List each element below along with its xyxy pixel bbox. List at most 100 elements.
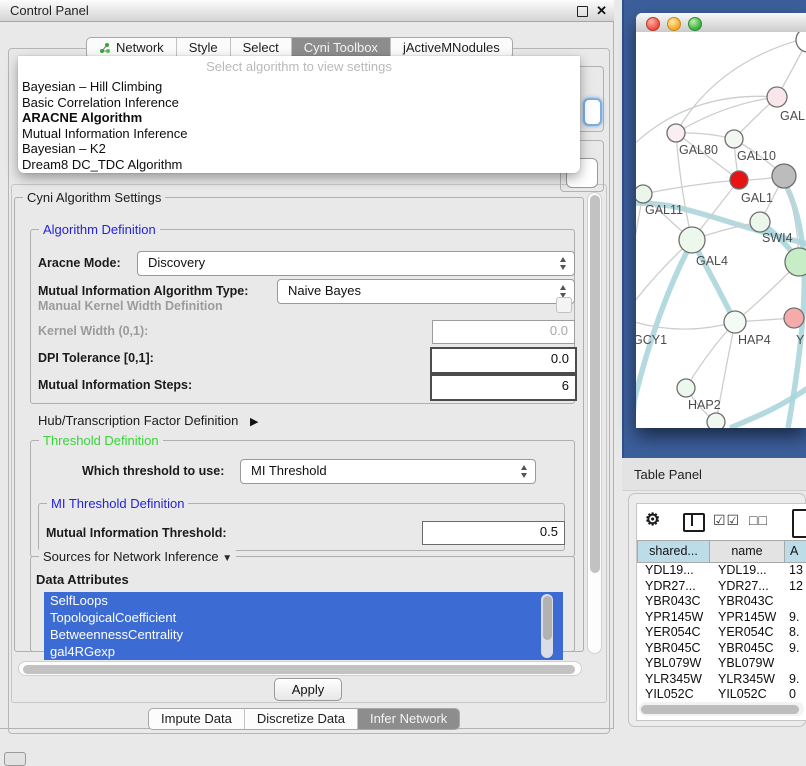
algorithm-option[interactable]: ARACNE Algorithm bbox=[18, 110, 580, 126]
column-header-name[interactable]: name bbox=[710, 540, 785, 563]
tab-style[interactable]: Style bbox=[176, 38, 230, 58]
tab-discretize-data[interactable]: Discretize Data bbox=[244, 709, 357, 729]
network-canvas[interactable]: GALGAL80GAL10GAL1GAL11GAL4SWI4GCY1HAP4YH… bbox=[636, 32, 806, 428]
focused-combobox-fragment[interactable] bbox=[583, 98, 602, 126]
table-row[interactable]: YDR27...YDR27...12 bbox=[637, 579, 806, 595]
network-node[interactable] bbox=[772, 164, 796, 188]
settings-hscroll-thumb[interactable] bbox=[23, 665, 575, 674]
algorithm-option[interactable]: Mutual Information Inference bbox=[18, 126, 580, 142]
tab-impute-data[interactable]: Impute Data bbox=[149, 709, 244, 729]
table-cell: YDL19... bbox=[718, 563, 767, 579]
close-panel-icon[interactable]: ✕ bbox=[596, 0, 607, 22]
table-cell: YIL052C bbox=[645, 687, 694, 702]
settings-horizontal-scrollbar[interactable] bbox=[18, 661, 582, 676]
network-node-hap2[interactable] bbox=[677, 379, 695, 397]
table-row[interactable]: YPR145WYPR145W9. bbox=[637, 610, 806, 626]
network-node[interactable] bbox=[785, 248, 806, 276]
table-toolbar: ⚙ ☑☑ □□ bbox=[637, 504, 806, 540]
network-edge bbox=[636, 194, 643, 318]
mi-algorithm-type-select[interactable]: Naive Bayes bbox=[277, 279, 575, 304]
which-threshold-select[interactable]: MI Threshold bbox=[240, 459, 536, 484]
table-row[interactable]: YER054CYER054C8. bbox=[637, 625, 806, 641]
network-node-gal10[interactable] bbox=[725, 130, 743, 148]
table-cell: YDR27... bbox=[645, 579, 696, 595]
algorithm-option[interactable]: Bayesian – K2 bbox=[18, 141, 580, 157]
deselect-all-checkboxes-icon[interactable]: □□ bbox=[749, 512, 768, 528]
sources-legend[interactable]: Sources for Network Inference ▼ bbox=[39, 549, 236, 564]
kernel-width-field[interactable]: 0.0 bbox=[432, 320, 575, 344]
aracne-mode-select[interactable]: Discovery bbox=[137, 251, 575, 276]
dpi-tolerance-field[interactable]: 0.0 bbox=[430, 347, 577, 374]
minimize-traffic-light-icon[interactable] bbox=[667, 17, 681, 31]
table-row[interactable]: YLR345WYLR345W9. bbox=[637, 672, 806, 688]
network-node-swi4[interactable] bbox=[750, 212, 770, 232]
node-label: GAL80 bbox=[679, 143, 718, 157]
manual-kernel-width-label: Manual Kernel Width Definition bbox=[38, 299, 223, 313]
tab-impute-data-label: Impute Data bbox=[161, 709, 232, 729]
data-attribute-item[interactable]: TopologicalCoefficient bbox=[44, 609, 563, 626]
select-all-checkboxes-icon[interactable]: ☑☑ bbox=[713, 512, 740, 529]
algorithm-option[interactable]: Bayesian – Hill Climbing bbox=[18, 79, 580, 95]
table-row[interactable]: YIL052CYIL052C0 bbox=[637, 687, 806, 702]
table-panel-title: Table Panel bbox=[634, 458, 702, 491]
gear-icon[interactable]: ⚙ bbox=[645, 510, 660, 530]
apply-button[interactable]: Apply bbox=[274, 678, 342, 701]
settings-vscroll-thumb[interactable] bbox=[590, 195, 600, 573]
table-row[interactable]: YBL079WYBL079W bbox=[637, 656, 806, 672]
node-label: HAP2 bbox=[688, 398, 721, 412]
tab-jactivemnodules[interactable]: jActiveMNodules bbox=[390, 38, 512, 58]
float-panel-icon[interactable] bbox=[577, 6, 588, 17]
network-view-window[interactable]: GALGAL80GAL10GAL1GAL11GAL4SWI4GCY1HAP4YH… bbox=[636, 13, 806, 428]
data-attribute-item[interactable]: BetweennessCentrality bbox=[44, 626, 563, 643]
tab-cyni-toolbox[interactable]: Cyni Toolbox bbox=[291, 38, 390, 58]
table-row[interactable]: YBR045CYBR045C9. bbox=[637, 641, 806, 657]
new-table-icon[interactable] bbox=[792, 509, 806, 538]
close-traffic-light-icon[interactable] bbox=[646, 17, 660, 31]
cyni-bottom-tabs: Impute Data Discretize Data Infer Networ… bbox=[148, 708, 460, 730]
algorithm-option[interactable]: Dream8 DC_TDC Algorithm bbox=[18, 157, 580, 173]
column-header-third[interactable]: A bbox=[785, 540, 806, 563]
table-cell: YBR045C bbox=[718, 641, 774, 657]
tab-network[interactable]: Network bbox=[87, 38, 176, 58]
chevron-down-icon[interactable]: ▼ bbox=[222, 553, 232, 564]
network-window-titlebar[interactable] bbox=[636, 13, 806, 33]
table-row[interactable]: YBR043CYBR043C bbox=[637, 594, 806, 610]
algorithm-option[interactable]: Basic Correlation Inference bbox=[18, 95, 580, 111]
table-scrollbar-thumb[interactable] bbox=[641, 705, 799, 714]
manual-kernel-width-checkbox[interactable] bbox=[556, 297, 572, 313]
chevron-right-icon[interactable]: ▶ bbox=[250, 416, 258, 428]
network-edge bbox=[686, 322, 735, 388]
table-row[interactable]: YDL19...YDL19...13 bbox=[637, 563, 806, 579]
zoom-traffic-light-icon[interactable] bbox=[688, 17, 702, 31]
column-header-shared-name[interactable]: shared... bbox=[637, 540, 710, 563]
data-attribute-item[interactable]: SelfLoops bbox=[44, 592, 563, 609]
split-columns-icon[interactable] bbox=[683, 513, 705, 532]
hub-factor-expander[interactable]: Hub/Transcription Factor Definition ▶ bbox=[38, 413, 258, 428]
network-node[interactable] bbox=[796, 32, 806, 52]
table-cell: YBR045C bbox=[645, 641, 701, 657]
stepper-icon[interactable] bbox=[559, 257, 568, 271]
network-node-gal1[interactable] bbox=[730, 171, 748, 189]
node-label: GAL4 bbox=[696, 254, 728, 268]
attributes-scrollbar-thumb[interactable] bbox=[543, 596, 552, 640]
network-node-gal80[interactable] bbox=[667, 124, 685, 142]
stepper-icon[interactable] bbox=[520, 465, 529, 479]
table-cell: YPR145W bbox=[645, 610, 703, 626]
attributes-list-scrollbar[interactable] bbox=[541, 594, 553, 658]
mi-steps-field[interactable]: 6 bbox=[430, 374, 577, 401]
table-cell: 9. bbox=[789, 672, 799, 688]
network-node-gal4[interactable] bbox=[679, 227, 705, 253]
network-node-gal11[interactable] bbox=[636, 185, 652, 203]
tab-infer-network[interactable]: Infer Network bbox=[357, 709, 459, 729]
float-tools-panel-icon[interactable] bbox=[4, 752, 26, 766]
network-node[interactable] bbox=[707, 413, 725, 428]
tab-select[interactable]: Select bbox=[230, 38, 291, 58]
network-node-hap4[interactable] bbox=[724, 311, 746, 333]
table-cell: 9. bbox=[789, 610, 799, 626]
table-horizontal-scrollbar[interactable] bbox=[639, 702, 804, 716]
network-node-gal[interactable] bbox=[767, 87, 787, 107]
data-attribute-item[interactable]: gal4RGexp bbox=[44, 643, 563, 660]
settings-vertical-scrollbar[interactable] bbox=[587, 192, 602, 654]
network-node-y[interactable] bbox=[784, 308, 804, 328]
mi-threshold-field[interactable]: 0.5 bbox=[422, 521, 565, 545]
